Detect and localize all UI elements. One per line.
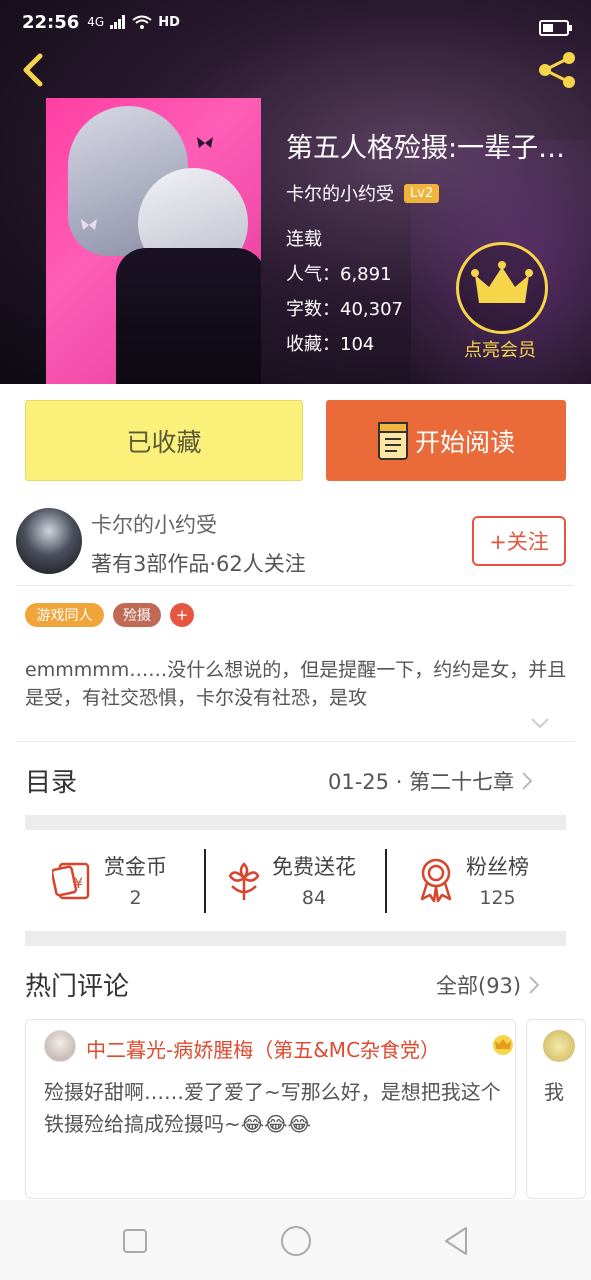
reward-label: 粉丝榜 bbox=[466, 855, 529, 879]
all-comments-link[interactable]: 全部(93) bbox=[436, 970, 541, 1000]
signal-icon bbox=[110, 15, 126, 29]
reward-flowers[interactable]: 免费送花 84 bbox=[224, 845, 356, 915]
add-tag-button[interactable]: + bbox=[170, 603, 194, 627]
battery-icon bbox=[539, 20, 572, 36]
level-badge: Lv2 bbox=[404, 183, 440, 203]
reward-fan-rank[interactable]: 粉丝榜 125 bbox=[416, 845, 529, 915]
book-word-count: 字数：40,307 bbox=[286, 299, 403, 320]
reward-coins[interactable]: ¥ 赏金币 2 bbox=[52, 845, 167, 915]
butterfly-icon bbox=[197, 137, 213, 148]
tag-game-fanfic[interactable]: 游戏同人 bbox=[25, 603, 104, 627]
home-icon[interactable] bbox=[280, 1225, 312, 1257]
system-nav-bar bbox=[0, 1200, 591, 1280]
author-stats: 著有3部作品·62人关注 bbox=[91, 552, 306, 576]
start-reading-button[interactable]: 开始阅读 bbox=[326, 400, 566, 481]
network-type: 4G bbox=[87, 15, 105, 29]
comment-card[interactable]: 中二暮光-病娇腥梅（第五&MC杂食党） 殓摄好甜啊……爱了爱了~写那么好，是想把… bbox=[25, 1019, 516, 1199]
start-reading-label: 开始阅读 bbox=[414, 427, 515, 457]
book-description[interactable]: emmmmm……没什么想说的，但是提醒一下，约约是女，并且是受，有社交恐惧，卡尔… bbox=[25, 656, 570, 712]
back-arrow-icon[interactable] bbox=[14, 50, 54, 90]
divider bbox=[16, 585, 574, 586]
reward-label: 赏金币 bbox=[104, 855, 167, 879]
book-author-line: 卡尔的小约受 Lv2 bbox=[286, 180, 440, 206]
recent-apps-icon[interactable] bbox=[122, 1228, 148, 1254]
chevron-right-icon bbox=[522, 772, 533, 790]
comment-card[interactable]: 我 bbox=[526, 1019, 586, 1199]
cover-figure bbox=[116, 248, 261, 384]
comment-text: 我 bbox=[544, 1080, 564, 1104]
book-favorites: 收藏：104 bbox=[286, 334, 375, 355]
hot-comments-title: 热门评论 bbox=[25, 972, 130, 1002]
book-icon bbox=[377, 421, 408, 460]
commenter-avatar[interactable] bbox=[543, 1030, 575, 1062]
author-avatar[interactable] bbox=[16, 508, 82, 574]
red-envelope-icon: ¥ bbox=[52, 862, 90, 900]
share-icon[interactable] bbox=[535, 50, 579, 90]
reward-separator bbox=[385, 849, 387, 913]
hd-indicator: HD bbox=[158, 14, 180, 30]
collect-label: 已收藏 bbox=[126, 427, 202, 457]
status-bar: 22:56 4G HD bbox=[0, 0, 591, 44]
commenter-avatar[interactable] bbox=[44, 1030, 76, 1062]
book-popularity: 人气：6,891 bbox=[286, 264, 392, 285]
tag-label: 殓摄 bbox=[123, 608, 151, 624]
reward-separator bbox=[204, 849, 206, 913]
collect-button[interactable]: 已收藏 bbox=[25, 400, 303, 481]
section-band bbox=[25, 815, 566, 830]
author-name[interactable]: 卡尔的小约受 bbox=[91, 509, 217, 539]
book-title: 第五人格殓摄:一辈子… bbox=[286, 133, 566, 164]
chevron-down-icon[interactable] bbox=[530, 716, 550, 730]
medal-icon bbox=[420, 858, 452, 903]
signal-indicators: 4G HD bbox=[87, 15, 180, 30]
chevron-right-icon bbox=[529, 976, 540, 994]
catalog-latest-link[interactable]: 01-25 · 第二十七章 bbox=[328, 766, 534, 796]
commenter-name[interactable]: 中二暮光-病娇腥梅（第五&MC杂食党） bbox=[86, 1034, 440, 1063]
section-band bbox=[25, 931, 566, 946]
back-icon[interactable] bbox=[442, 1226, 470, 1256]
follow-button[interactable]: +关注 bbox=[472, 516, 566, 566]
reward-value: 2 bbox=[129, 887, 142, 909]
book-header: 22:56 4G HD 第五人格殓摄:一辈子… 卡尔的小约受 Lv2 连载 人气… bbox=[0, 0, 591, 384]
vip-label[interactable]: 点亮会员 bbox=[464, 336, 536, 362]
book-cover[interactable] bbox=[46, 98, 261, 384]
butterfly-icon bbox=[81, 219, 97, 230]
reward-label: 免费送花 bbox=[272, 855, 356, 879]
reward-value: 84 bbox=[301, 887, 327, 909]
divider bbox=[16, 741, 574, 742]
status-time: 22:56 bbox=[22, 11, 80, 33]
crown-icon bbox=[471, 261, 533, 303]
wifi-icon bbox=[132, 15, 152, 29]
all-comments-label: 全部(93) bbox=[436, 974, 522, 998]
catalog-title: 目录 bbox=[25, 768, 78, 798]
tag-label: 游戏同人 bbox=[36, 608, 93, 624]
vip-button[interactable] bbox=[456, 242, 548, 334]
reward-value: 125 bbox=[479, 887, 516, 909]
svg-text:¥: ¥ bbox=[74, 876, 83, 892]
vip-crown-badge-icon bbox=[493, 1035, 513, 1055]
comment-text: 殓摄好甜啊……爱了爱了~写那么好，是想把我这个铁摄殓给搞成殓摄吗~😂😂😂 bbox=[44, 1080, 501, 1136]
flower-icon bbox=[228, 862, 260, 900]
latest-chapter: 01-25 · 第二十七章 bbox=[328, 770, 515, 794]
book-status: 连载 bbox=[286, 229, 322, 250]
book-author[interactable]: 卡尔的小约受 bbox=[286, 180, 394, 206]
tag-pairing[interactable]: 殓摄 bbox=[113, 603, 161, 627]
